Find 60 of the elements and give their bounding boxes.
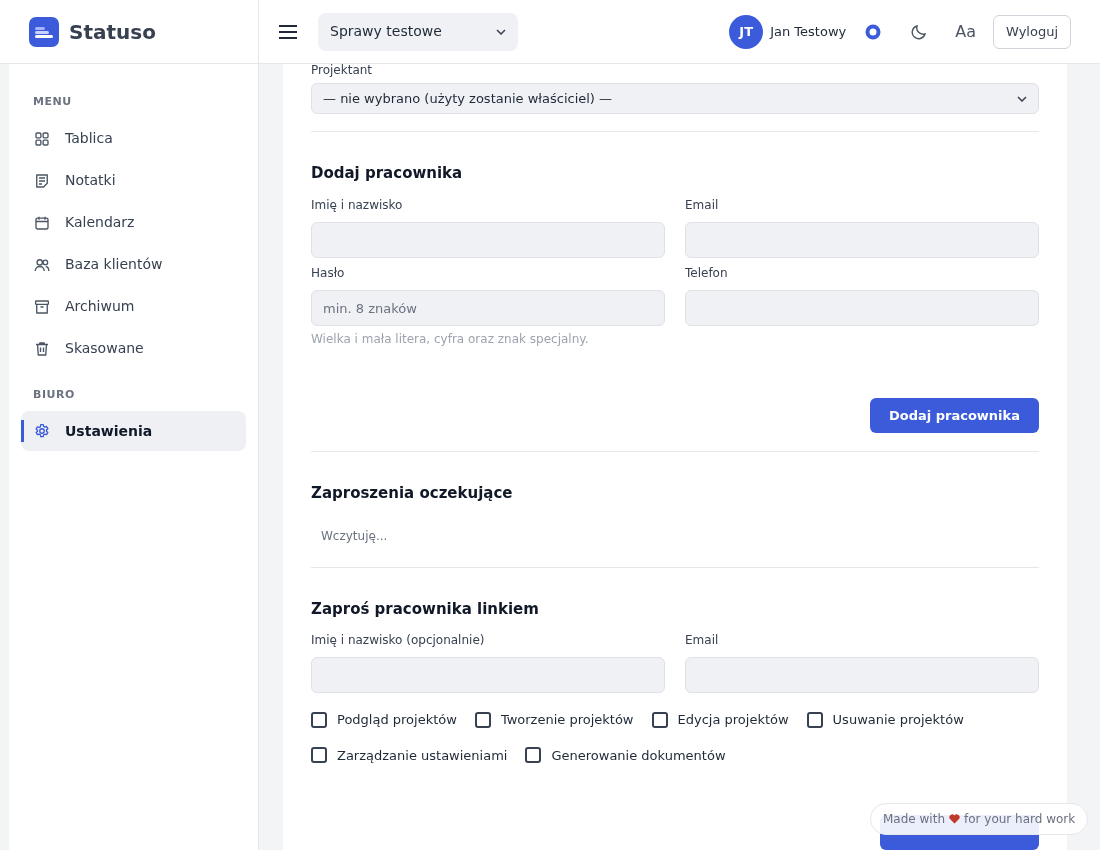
- logout-button[interactable]: Wyloguj: [993, 14, 1071, 49]
- input-field[interactable]: [685, 657, 1039, 693]
- grid-icon: [33, 129, 51, 148]
- input-field[interactable]: [311, 222, 665, 258]
- checkbox[interactable]: [311, 711, 327, 728]
- checkbox-label: Generowanie dokumentów: [551, 746, 726, 765]
- section-title: MENU: [32, 94, 73, 110]
- made-with-badge: Made with for your hard work: [870, 803, 1089, 835]
- checkbox-label: Tworzenie projektów: [500, 711, 634, 729]
- note-icon: [33, 171, 51, 190]
- sidebar-item[interactable]: Kalendarz: [21, 202, 246, 243]
- input-field[interactable]: [311, 657, 665, 693]
- user-name: Jan Testowy: [770, 22, 847, 41]
- checkbox[interactable]: [474, 711, 491, 728]
- checkbox-label: Zarządzanie ustawieniami: [337, 746, 508, 765]
- field-label: Imię i nazwisko: [311, 198, 404, 212]
- section-title: BIURO: [32, 386, 76, 403]
- ring-icon[interactable]: [865, 23, 882, 40]
- sidebar-item[interactable]: Ustawienia: [21, 411, 246, 451]
- checkbox-label: Usuwanie projektów: [832, 711, 964, 729]
- heart-icon: [949, 814, 960, 824]
- add-employee-button[interactable]: Dodaj pracownika: [869, 398, 1039, 433]
- checkbox[interactable]: [311, 747, 327, 764]
- sidebar-item[interactable]: Skasowane: [21, 328, 246, 369]
- user-avatar[interactable]: JT: [729, 14, 764, 49]
- archive-icon: [33, 297, 51, 316]
- section-heading: Zaproszenia oczekujące: [311, 483, 514, 502]
- field-label: Email: [685, 633, 720, 647]
- field-label: Projektant: [311, 64, 374, 76]
- input-field[interactable]: [685, 290, 1039, 326]
- field-label: Imię i nazwisko (opcjonalnie): [311, 633, 486, 647]
- field-label: Telefon: [685, 266, 729, 280]
- loading-text: Wczytuję...: [320, 528, 389, 545]
- checkbox-label: Edycja projektów: [677, 711, 789, 729]
- designer-select[interactable]: — nie wybrano (użyty zostanie właściciel) —: [311, 83, 1039, 114]
- app-logo: Statuso: [69, 18, 156, 46]
- chevron-down-icon: [1017, 95, 1027, 102]
- checkbox[interactable]: [651, 711, 668, 728]
- trash-icon: [33, 339, 51, 358]
- field-label: Email: [685, 198, 720, 212]
- sidebar-item[interactable]: Notatki: [21, 160, 246, 201]
- checkbox[interactable]: [525, 747, 542, 764]
- moon-icon[interactable]: [911, 23, 928, 40]
- chevron-down-icon: [496, 28, 506, 35]
- hint-text: Wielka i mała litera, cyfra oraz znak specjalny.: [311, 331, 590, 348]
- settings-icon: [33, 422, 51, 440]
- logo-icon: [29, 16, 59, 47]
- sidebar-item[interactable]: Archiwum: [21, 286, 246, 327]
- section-heading: Zaproś pracownika linkiem: [311, 599, 540, 618]
- font-size-button[interactable]: Aa: [955, 19, 976, 44]
- section-heading: Dodaj pracownika: [311, 163, 464, 182]
- input-field[interactable]: [685, 222, 1039, 258]
- sidebar-item[interactable]: Baza klientów: [21, 244, 246, 285]
- menu-icon[interactable]: [279, 24, 297, 39]
- sidebar-item[interactable]: Tablica: [21, 118, 246, 159]
- input-field[interactable]: min. 8 znaków: [311, 290, 665, 326]
- checkbox-label: Podgląd projektów: [337, 711, 457, 729]
- project-select[interactable]: Sprawy testowe: [318, 12, 518, 51]
- field-label: Hasło: [311, 266, 346, 280]
- checkbox[interactable]: [806, 711, 823, 728]
